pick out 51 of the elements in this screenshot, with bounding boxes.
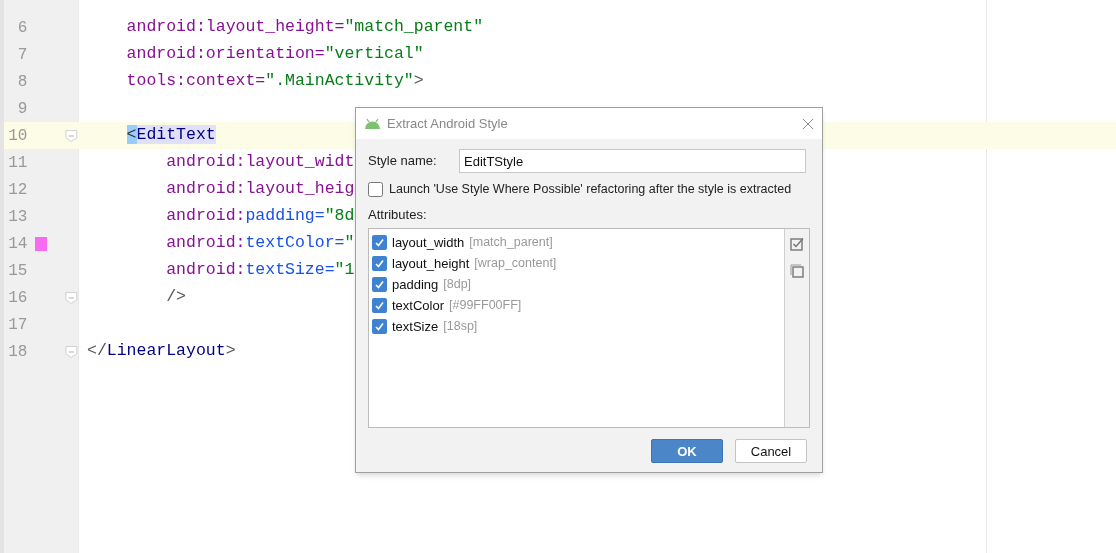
ok-button[interactable]: OK (651, 439, 723, 464)
code-line: android:layout_heig (165, 178, 355, 201)
code-line: <EditText (125, 124, 216, 147)
select-all-icon[interactable] (790, 237, 804, 252)
checkbox[interactable] (372, 235, 387, 251)
line-number: 9 (16, 98, 28, 120)
attribute-name: padding (392, 276, 439, 294)
code-line: android:layout_widt (165, 151, 355, 174)
code-line: android:textColor=" (165, 232, 355, 255)
line-number: 12 (7, 179, 28, 201)
line-number: 6 (16, 17, 28, 39)
checkbox[interactable] (372, 319, 387, 335)
checkbox[interactable] (368, 181, 383, 197)
close-icon[interactable] (802, 117, 814, 130)
line-number: 14 (7, 233, 28, 255)
attribute-value: [wrap_content] (474, 255, 557, 273)
line-number: 17 (7, 314, 28, 336)
line-number: 10 (7, 125, 28, 147)
checkbox[interactable] (372, 298, 387, 314)
dialog-title: Extract Android Style (387, 114, 509, 133)
android-icon (364, 118, 381, 129)
attribute-value: [#99FF00FF] (449, 297, 522, 315)
checkbox[interactable] (372, 256, 387, 272)
line-number: 7 (16, 44, 28, 66)
attribute-name: layout_width (392, 234, 465, 252)
code-line: /> (165, 286, 187, 309)
field-label: Style name: (368, 152, 438, 171)
line-number: 11 (7, 152, 28, 174)
cancel-button[interactable]: Cancel (735, 439, 807, 464)
line-number: 16 (7, 287, 28, 309)
style-name-field[interactable]: EditTStyle (459, 149, 806, 173)
checkbox[interactable] (372, 277, 387, 293)
attribute-value: [8dp] (443, 276, 472, 294)
code-line: android:orientation="vertical" (125, 43, 424, 66)
code-line: android:textSize="1 (165, 259, 355, 282)
line-number: 13 (7, 206, 28, 228)
code-line: android:padding="8d (165, 205, 355, 228)
checkbox-label: Launch 'Use Style Where Possible' refactoring after the style is extracted (389, 181, 792, 198)
unselect-all-icon[interactable] (790, 264, 804, 279)
attribute-name: layout_height (392, 255, 470, 273)
line-number: 18 (7, 341, 28, 363)
attribute-value: [18sp] (443, 318, 478, 336)
line-number: 8 (16, 71, 28, 93)
code-line: tools:context=".MainActivity"> (125, 70, 424, 93)
attribute-name: textSize (392, 318, 439, 336)
attribute-value: [match_parent] (469, 234, 553, 252)
attribute-name: textColor (392, 297, 445, 315)
code-line: </LinearLayout> (86, 340, 236, 363)
attributes-label: Attributes: (368, 205, 428, 224)
code-line: android:layout_height="match_parent" (125, 16, 484, 39)
line-number: 15 (7, 260, 28, 282)
